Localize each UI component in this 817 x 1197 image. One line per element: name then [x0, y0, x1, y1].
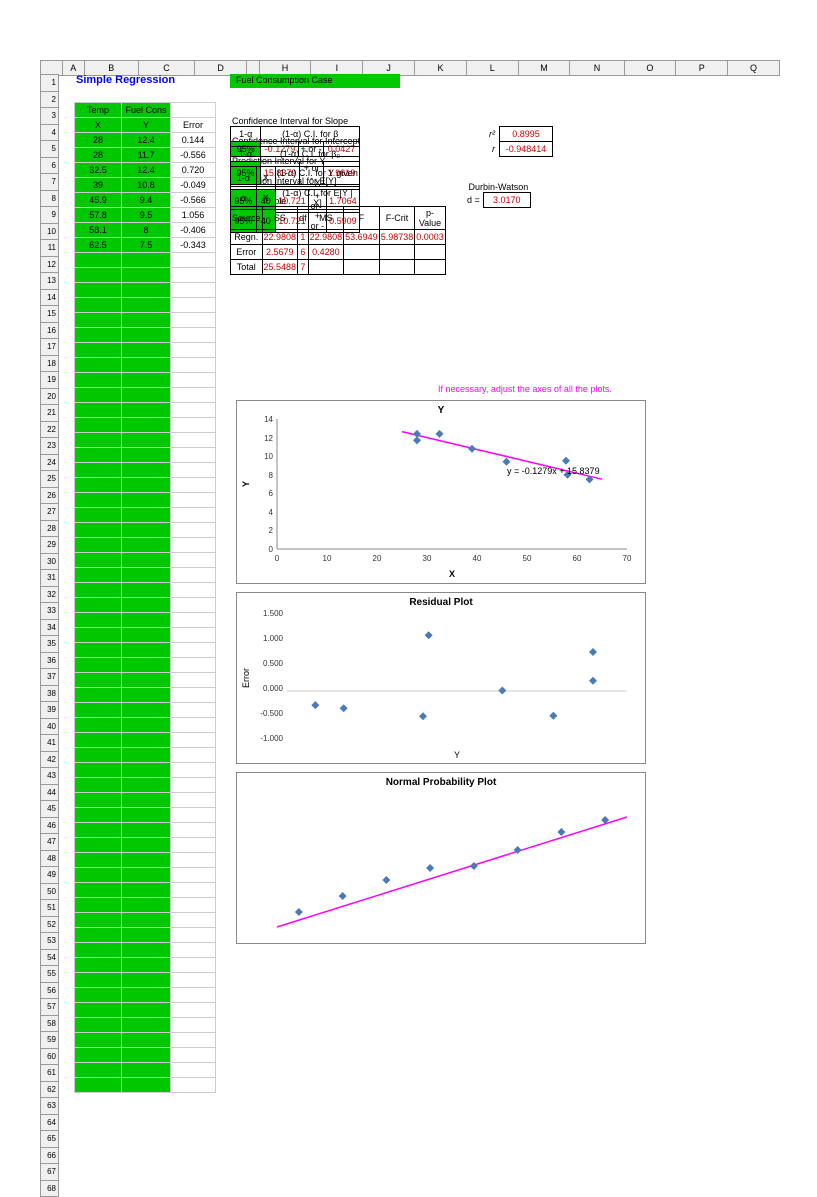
svg-text:8: 8 — [269, 471, 274, 480]
adjust-note: If necessary, adjust the axes of all the… — [438, 384, 612, 394]
chart-normal-prob[interactable]: Normal Probability Plot — [236, 772, 646, 944]
svg-text:-1.000: -1.000 — [260, 734, 283, 743]
header-temp: Temp — [75, 103, 122, 118]
dw-area: Durbin-Watson d = 3.0170 — [466, 182, 531, 208]
svg-text:14: 14 — [264, 415, 273, 424]
chart3-svg — [237, 773, 645, 943]
header-y: Y — [122, 118, 171, 133]
svg-text:40: 40 — [473, 554, 482, 563]
svg-text:6: 6 — [269, 489, 274, 498]
page-title: Simple Regression — [76, 74, 175, 86]
dw-d-label: d = — [466, 193, 483, 208]
chart1-svg: 0 10 20 30 40 50 60 70 0 2 4 6 8 10 12 14 X Y — [237, 401, 645, 583]
svg-text:Y: Y — [454, 750, 460, 760]
svg-text:10: 10 — [323, 554, 332, 563]
svg-text:70: 70 — [623, 554, 632, 563]
dw-value: 3.0170 — [483, 193, 530, 208]
dw-label: Durbin-Watson — [466, 182, 531, 192]
spreadsheet-body[interactable]: Simple Regression Fuel Consumption Case … — [58, 74, 778, 88]
svg-text:-0.500: -0.500 — [260, 709, 283, 718]
svg-text:Error: Error — [241, 668, 251, 688]
svg-text:1.500: 1.500 — [263, 609, 284, 618]
chart1-equation: y = -0.1279x + 15.8379 — [507, 466, 600, 476]
case-title: Fuel Consumption Case — [230, 74, 400, 88]
svg-text:Y: Y — [241, 481, 251, 487]
svg-text:20: 20 — [373, 554, 382, 563]
svg-text:60: 60 — [573, 554, 582, 563]
svg-text:0.500: 0.500 — [263, 659, 284, 668]
svg-text:X: X — [449, 569, 455, 579]
header-error: Error — [171, 118, 216, 133]
ci-slope-title: Confidence Interval for Slope — [230, 116, 360, 126]
header-x: X — [75, 118, 122, 133]
stats-area: Confidence Interval for Slope 1-α (1-α) … — [230, 116, 360, 206]
r2-area: r² 0.8995 r -0.948414 — [488, 126, 553, 157]
chart2-svg: -1.000 -0.500 0.000 0.500 1.000 1.500 Er… — [237, 593, 645, 763]
svg-text:2: 2 — [269, 526, 274, 535]
row-headers: 1234567891011121314151617181920212223242… — [40, 74, 59, 1197]
r-value: -0.948414 — [500, 142, 553, 157]
svg-text:0: 0 — [275, 554, 280, 563]
svg-text:0.000: 0.000 — [263, 684, 284, 693]
chart-y-vs-x[interactable]: Y 01020 304050 6070 — [236, 400, 646, 584]
svg-text:4: 4 — [269, 508, 274, 517]
svg-text:50: 50 — [523, 554, 532, 563]
r2-value: 0.8995 — [500, 127, 553, 142]
header-fuel: Fuel Cons — [122, 103, 171, 118]
r2-label: r² — [488, 127, 500, 142]
anova-table: SourceSSdfMSFF-Critp-ValueRegn.22.980812… — [230, 206, 446, 275]
r-label: r — [488, 142, 500, 157]
svg-text:12: 12 — [264, 434, 273, 443]
svg-text:30: 30 — [423, 554, 432, 563]
data-table[interactable]: Temp Fuel Cons X Y Error 2812.40.1442811… — [74, 102, 216, 1093]
svg-text:0: 0 — [269, 545, 274, 554]
svg-text:10: 10 — [264, 452, 273, 461]
chart-residual[interactable]: Residual Plot -1.000 -0.500 0.000 0.500 … — [236, 592, 646, 764]
svg-text:1.000: 1.000 — [263, 634, 284, 643]
